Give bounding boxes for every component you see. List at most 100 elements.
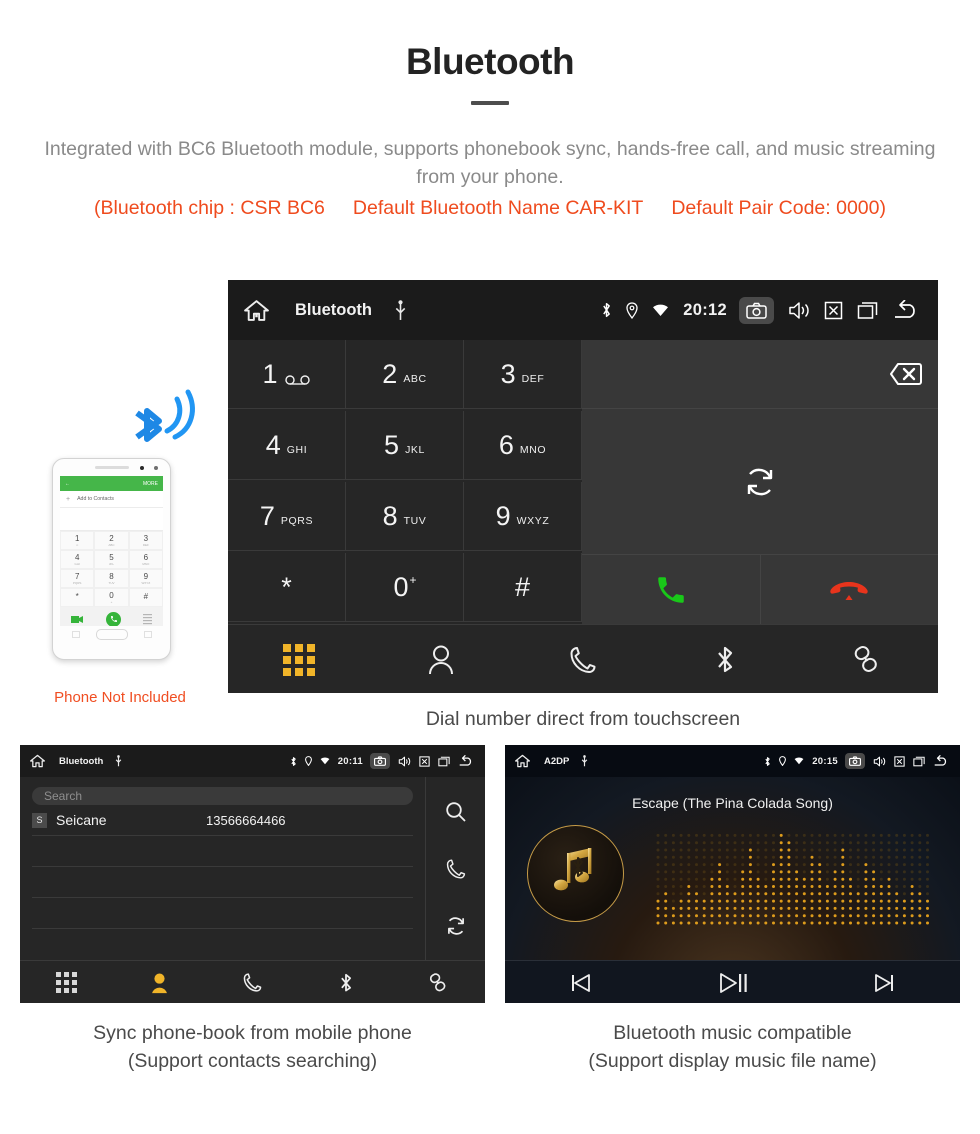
tab-contacts[interactable]	[370, 644, 512, 676]
phone-key: 3 DEF	[128, 531, 163, 550]
contacts-status-bar: Bluetooth 20:11	[20, 745, 485, 777]
key-letters: DEF	[521, 373, 545, 385]
title-divider	[471, 100, 509, 105]
key-3[interactable]: 3 DEF	[464, 340, 582, 409]
bluetooth-tab-icon	[715, 644, 735, 676]
phone-video-icon	[71, 615, 84, 624]
hangup-icon	[829, 578, 869, 602]
backspace-icon[interactable]	[878, 360, 922, 388]
tab-bluetooth[interactable]	[654, 644, 796, 676]
key-digit: 5	[384, 429, 400, 460]
camera-icon[interactable]	[370, 753, 390, 769]
key-letters: MNO	[519, 444, 547, 456]
spec-paircode: Default Pair Code: 0000)	[671, 197, 886, 220]
close-box-icon[interactable]	[894, 755, 905, 767]
plus-icon: +	[66, 495, 71, 503]
phone-key: 7 PQRS	[60, 569, 95, 588]
tab-contacts[interactable]	[113, 972, 206, 994]
volume-icon[interactable]	[398, 756, 411, 767]
phone-key: 8 TUV	[94, 569, 129, 588]
volume-icon[interactable]	[873, 756, 886, 767]
key-5[interactable]: 5 JKL	[346, 411, 464, 480]
key-1[interactable]: 1	[228, 340, 346, 409]
search-placeholder: Search	[44, 789, 83, 803]
song-title: Escape (The Pina Colada Song)	[632, 795, 833, 811]
key-star[interactable]: *	[228, 553, 346, 622]
usb-icon	[581, 755, 588, 767]
back-icon[interactable]	[933, 755, 950, 767]
bluetooth-signal-icon	[125, 385, 200, 453]
call-log-icon	[568, 645, 598, 675]
next-button[interactable]	[808, 972, 960, 994]
previous-button[interactable]	[505, 972, 657, 994]
key-4[interactable]: 4 GHI	[228, 411, 346, 480]
tab-keypad[interactable]	[228, 643, 370, 676]
dialer-screen: Bluetooth 20:12 1 2 ABC 3 DEF 4 GHI 5 JK…	[228, 280, 938, 693]
dialed-number-display[interactable]	[582, 340, 938, 409]
phone-key: *	[60, 588, 95, 607]
key-6[interactable]: 6 MNO	[464, 411, 582, 480]
table-row[interactable]: S Seicane 13566664466	[32, 805, 413, 836]
tab-call-log[interactable]	[206, 972, 299, 993]
call-icon[interactable]	[445, 858, 467, 880]
wifi-icon	[794, 757, 804, 765]
search-input[interactable]: Search	[32, 787, 413, 805]
key-0[interactable]: 0 +	[346, 553, 464, 622]
phone-add-contact-label: Add to Contacts	[77, 496, 115, 502]
sync-contacts-button[interactable]	[582, 409, 938, 555]
home-icon[interactable]	[244, 299, 269, 322]
tab-link[interactable]	[392, 972, 485, 994]
bluetooth-icon	[764, 756, 771, 767]
key-2[interactable]: 2 ABC	[346, 340, 464, 409]
phone-action-row	[60, 607, 163, 626]
location-icon	[626, 301, 638, 319]
play-pause-icon	[717, 971, 749, 995]
wifi-icon	[652, 304, 669, 317]
recents-icon[interactable]	[913, 756, 925, 767]
intro-paragraph: Integrated with BC6 Bluetooth module, su…	[44, 137, 936, 188]
home-icon[interactable]	[515, 754, 530, 768]
dialer-caption: Dial number direct from touchscreen	[425, 708, 741, 730]
call-button[interactable]	[582, 555, 761, 624]
close-box-icon[interactable]	[419, 755, 430, 767]
sync-icon[interactable]	[445, 915, 467, 937]
close-box-icon[interactable]	[824, 301, 843, 320]
back-icon[interactable]	[892, 300, 922, 320]
hangup-button[interactable]	[761, 555, 939, 624]
contacts-icon	[427, 644, 455, 676]
play-pause-button[interactable]	[657, 971, 809, 995]
music-clock: 20:15	[812, 755, 838, 767]
key-letters: JKL	[405, 444, 425, 456]
previous-icon	[569, 972, 593, 994]
volume-icon[interactable]	[788, 301, 810, 320]
recents-icon[interactable]	[438, 756, 450, 767]
camera-icon[interactable]	[845, 753, 865, 769]
phone-key: 1 ∞	[60, 531, 95, 550]
key-hash[interactable]: #	[464, 553, 582, 622]
key-7[interactable]: 7 PQRS	[228, 482, 346, 551]
dialer-clock: 20:12	[683, 300, 727, 319]
usb-icon	[394, 299, 407, 321]
key-digit: 6	[498, 429, 514, 460]
tab-bluetooth[interactable]	[299, 972, 392, 994]
tab-link[interactable]	[796, 644, 938, 676]
recents-icon[interactable]	[857, 301, 878, 320]
tab-call-log[interactable]	[512, 645, 654, 675]
camera-icon[interactable]	[739, 296, 774, 324]
key-digit: 2	[382, 358, 398, 389]
usb-icon	[115, 755, 122, 767]
phone-key: 4 GHI	[60, 550, 95, 569]
phone-body: ← MORE + Add to Contacts 1 ∞ 2 ABC 3 DEF 4 GHI 5…	[52, 458, 171, 660]
phone-keypad: 1 ∞ 2 ABC 3 DEF 4 GHI 5 JKL 6 MNO 7 PQRS 8 TUV 9 WXYZ * 0 + #	[60, 531, 163, 607]
dialer-body: 1 2 ABC 3 DEF 4 GHI 5 JKL 6 MNO 7 PQRS 8 TUV 9 WXYZ * 0 + #	[228, 340, 938, 624]
home-icon[interactable]	[30, 754, 45, 768]
phone-appbar: ← MORE	[60, 476, 163, 491]
dialer-tabbar	[228, 624, 938, 693]
key-letters: ABC	[403, 373, 427, 385]
tab-keypad[interactable]	[20, 972, 113, 993]
album-art	[527, 825, 624, 922]
back-icon[interactable]	[458, 755, 475, 767]
search-icon[interactable]	[445, 801, 467, 823]
key-8[interactable]: 8 TUV	[346, 482, 464, 551]
key-9[interactable]: 9 WXYZ	[464, 482, 582, 551]
